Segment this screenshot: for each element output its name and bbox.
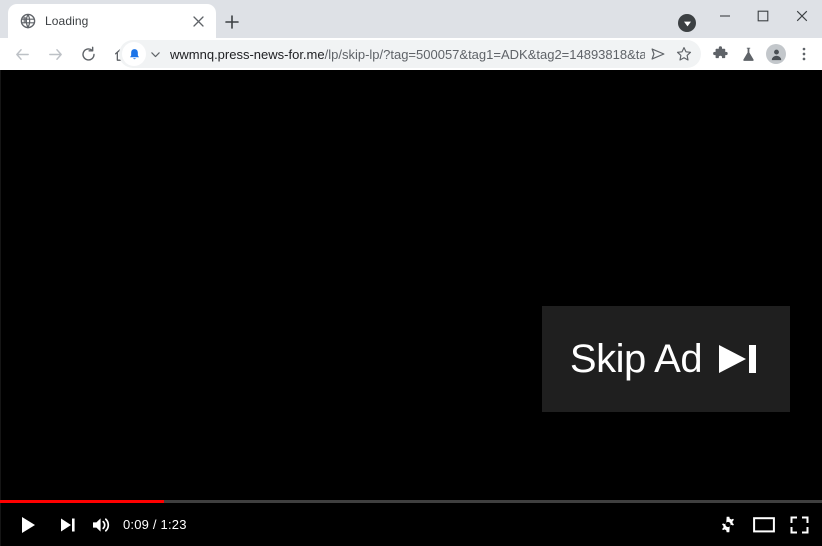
tab-strip: Loading — [0, 0, 822, 38]
labs-button[interactable] — [734, 40, 762, 68]
forward-button[interactable] — [41, 40, 69, 68]
miniplayer-icon — [753, 517, 775, 533]
back-button[interactable] — [8, 40, 36, 68]
window-close-icon[interactable] — [779, 0, 822, 32]
settings-button[interactable] — [709, 503, 747, 546]
reload-icon — [81, 46, 95, 61]
video-player[interactable]: Skip Ad 0:09 / 1:23 — [0, 70, 822, 546]
browser-window: Loading wwmnq.press-news-for.me/lp/skip-… — [0, 0, 822, 546]
player-controls: 0:09 / 1:23 — [0, 503, 822, 546]
chevron-down-icon[interactable] — [146, 49, 164, 60]
time-display: 0:09 / 1:23 — [123, 517, 187, 532]
tab-title: Loading — [45, 14, 89, 28]
browser-tab[interactable]: Loading — [8, 4, 216, 38]
close-icon[interactable] — [188, 11, 208, 31]
next-track-button[interactable] — [48, 503, 86, 546]
next-track-icon — [60, 518, 75, 531]
fullscreen-icon — [790, 516, 808, 533]
flask-icon — [742, 47, 754, 61]
forward-arrow-icon — [48, 48, 62, 60]
fullscreen-button[interactable] — [780, 503, 818, 546]
profile-avatar-icon — [766, 44, 786, 64]
toolbar-right-actions — [706, 40, 818, 68]
address-bar[interactable]: wwmnq.press-news-for.me/lp/skip-lp/?tag=… — [119, 40, 701, 68]
puzzle-piece-icon — [712, 45, 728, 58]
url-text[interactable]: wwmnq.press-news-for.me/lp/skip-lp/?tag=… — [164, 47, 645, 62]
url-host: wwmnq.press-news-for.me — [170, 46, 325, 62]
video-left-edge — [0, 70, 1, 546]
extensions-button[interactable] — [706, 40, 734, 68]
volume-icon — [93, 517, 110, 532]
miniplayer-button[interactable] — [745, 503, 783, 546]
globe-icon — [20, 13, 36, 29]
skip-forward-icon — [719, 345, 757, 373]
back-arrow-icon — [15, 48, 29, 60]
download-complete-icon[interactable] — [678, 14, 696, 32]
plus-icon — [225, 15, 239, 29]
browser-menu-button[interactable] — [790, 40, 818, 68]
star-icon[interactable] — [671, 46, 697, 62]
three-dot-menu-icon — [802, 47, 806, 61]
play-button[interactable] — [9, 503, 47, 546]
volume-button[interactable] — [82, 503, 120, 546]
new-tab-button[interactable] — [220, 10, 244, 34]
play-icon — [22, 516, 35, 533]
gear-icon — [722, 516, 734, 532]
profile-button[interactable] — [762, 40, 790, 68]
skip-ad-label: Skip Ad — [569, 337, 703, 381]
reload-button[interactable] — [74, 40, 102, 68]
skip-ad-button[interactable]: Skip Ad — [542, 306, 790, 412]
send-arrow-icon[interactable] — [645, 46, 671, 62]
url-path: /lp/skip-lp/?tag=500057&tag1=ADK&tag2=14… — [324, 46, 645, 62]
bell-icon[interactable] — [122, 42, 146, 66]
